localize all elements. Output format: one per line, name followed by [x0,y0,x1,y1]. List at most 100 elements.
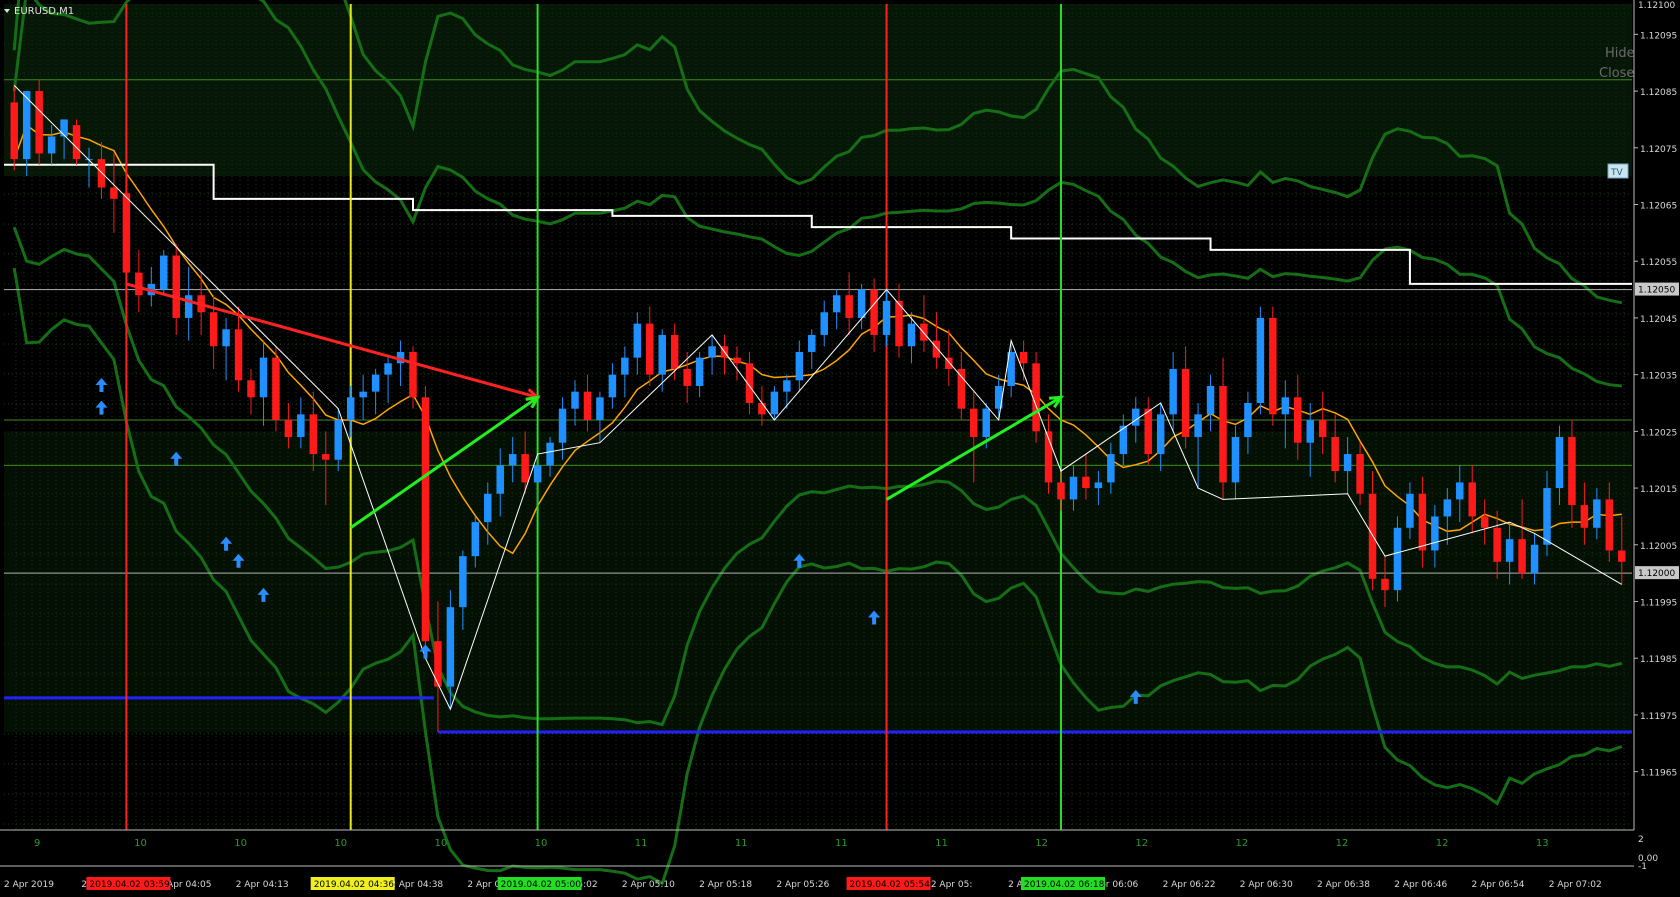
time-tick-label: 2 Apr 05:26 [776,880,829,890]
candle[interactable] [1032,351,1040,443]
candle-body [508,454,517,466]
candle-body [297,414,305,438]
candle-body [1082,476,1090,489]
candle-body [621,357,629,375]
candle-body [1244,403,1252,438]
time-tick-label: 2 Apr 06:22 [1163,880,1216,890]
time-tick-label: 2 Apr 06:46 [1394,880,1447,890]
candle-body [222,329,230,347]
candle-body [1318,420,1327,438]
candle-body [346,397,355,421]
candle[interactable] [421,385,430,659]
candle-body [1057,482,1065,500]
candle-body [558,408,567,443]
candle-body [1431,516,1439,551]
time-tick-label: 2 Apr 04:38 [390,880,443,890]
candle-body [122,193,131,273]
candle-body [1294,397,1302,443]
candle-body [982,408,990,438]
candle-body [1206,385,1215,415]
hour-label: 12 [1135,838,1148,849]
candle-body [309,414,318,455]
candle[interactable] [35,79,43,165]
candle[interactable] [1256,306,1265,415]
candle-body [1393,527,1402,591]
candle-body [160,255,168,290]
candle-body [1618,550,1626,562]
candle-body [1605,499,1614,551]
price-tick-label: 1.12065 [1640,202,1677,212]
candle-body [496,465,504,494]
candle-body [35,91,43,154]
candle-body [322,454,330,460]
candle-body [1568,437,1576,506]
symbol-title[interactable]: EURUSD,M1 [4,6,74,17]
time-tick-label: 2 Apr 07:02 [1549,880,1602,890]
candle-body [259,357,268,398]
candle[interactable] [1269,306,1277,426]
candle-body [820,312,828,335]
candle[interactable] [160,249,168,296]
candle-body [446,607,455,687]
candle-body [608,374,617,398]
time-tick-label: 2 Apr 2019 [4,880,54,890]
hour-label: 10 [535,838,548,849]
candle-body [409,351,417,398]
candle-body [247,380,255,398]
tv-button[interactable]: TV [1607,163,1629,179]
price-tick-label: 1.11965 [1640,769,1677,779]
time-tick-label: 2 Apr 05: [931,880,973,890]
candle-body [1493,527,1501,562]
candle-body [521,454,529,483]
candle-body [546,442,554,466]
candle-body [97,159,106,188]
hour-label: 10 [234,838,247,849]
hour-label: 9 [34,838,40,849]
candle-body [907,323,916,347]
candle-body [1306,420,1314,443]
candle-body [272,357,280,421]
hour-label: 11 [835,838,848,849]
candle-body [1019,351,1028,364]
candle-body [1343,454,1352,472]
candle-body [60,119,68,137]
candle[interactable] [72,119,81,165]
price-tick-label: 1.12015 [1640,485,1677,495]
candle-body [1555,437,1564,489]
candle-body [882,300,891,335]
candle[interactable] [1393,516,1402,602]
symbol-title-text: EURUSD,M1 [14,6,74,17]
price-tick-label: 1.12075 [1640,145,1677,155]
candle-body [1356,454,1364,494]
price-tick-label: 1.11975 [1640,712,1677,722]
candle-body [1181,368,1190,438]
hour-label: 11 [635,838,648,849]
time-tick-label: 2 Apr 05:18 [699,880,752,890]
candle-body [421,397,430,642]
candle-body [10,102,18,160]
candle-body [209,312,218,347]
price-chart[interactable]: 1.12100 1.12095 1.12085 1.12075 1.12065 1.120… [0,0,1680,897]
candle-body [1331,437,1339,472]
price-top-label: 1.12100 [1638,1,1675,11]
price-tick-label: 1.12005 [1640,542,1677,552]
candle-body [1132,408,1140,426]
candle-body [1094,482,1103,489]
candle-body [359,391,367,398]
candle-body [72,125,81,160]
hide-button[interactable]: Hide [1605,46,1635,61]
candle-body [683,368,691,386]
candle-body [172,255,180,318]
close-button[interactable]: Close [1599,66,1634,81]
candle-body [471,522,480,557]
hour-label: 12 [1035,838,1048,849]
candle[interactable] [272,346,280,432]
price-tick-label: 1.12035 [1640,372,1677,382]
hour-label: 11 [935,838,948,849]
candle-body [733,357,741,364]
candle-body [110,187,118,199]
time-badge-label: 2019.04.02 06:18 [1024,880,1105,890]
time-tick-label: 2 Apr 06:30 [1240,880,1293,890]
candle-body [1194,414,1202,438]
candle-body [1219,385,1227,483]
